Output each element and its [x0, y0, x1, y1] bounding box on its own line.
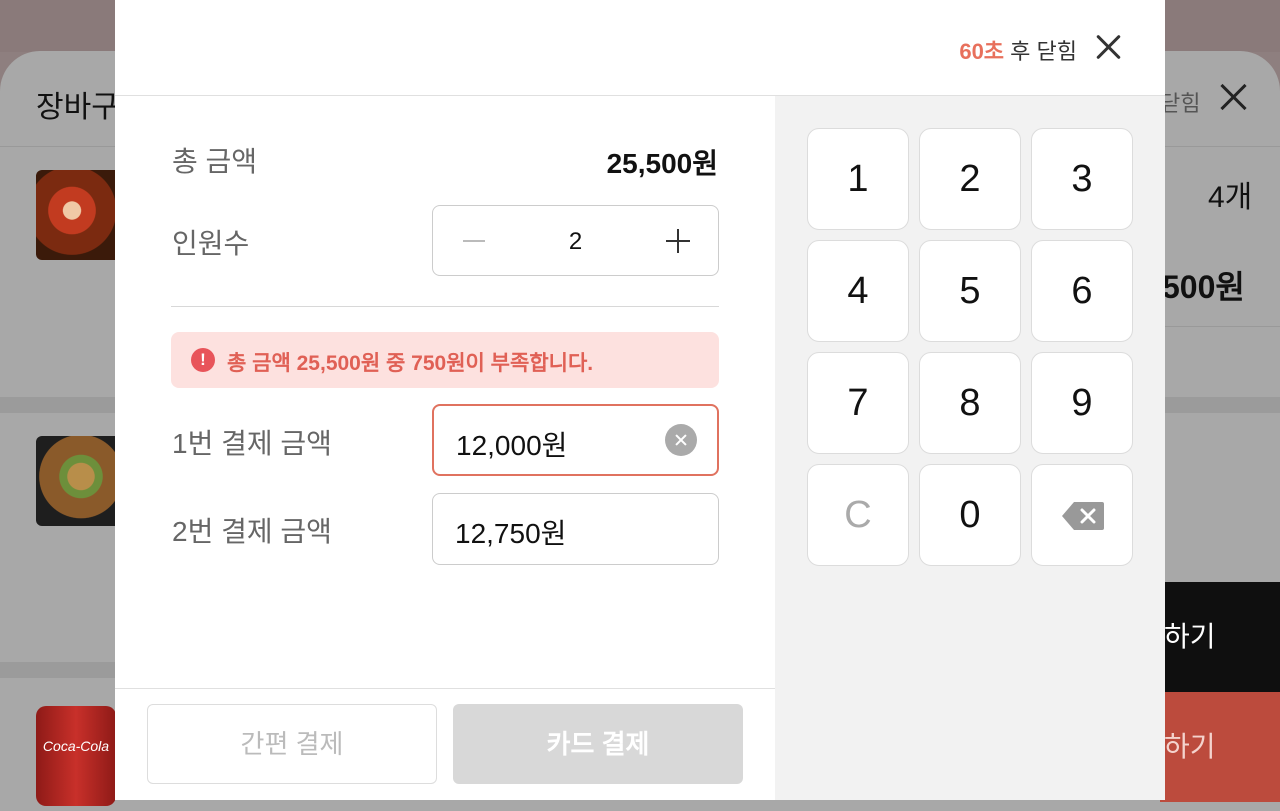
total-label: 총 금액 — [172, 146, 258, 177]
key-0[interactable]: 0 — [919, 464, 1021, 566]
key-8[interactable]: 8 — [919, 352, 1021, 454]
plus-icon[interactable] — [666, 229, 690, 253]
key-3[interactable]: 3 — [1031, 128, 1133, 230]
people-stepper: 2 — [432, 205, 719, 276]
timer-suffix: 후 닫힘 — [1004, 39, 1077, 64]
key-2[interactable]: 2 — [919, 128, 1021, 230]
key-7[interactable]: 7 — [807, 352, 909, 454]
numeric-keypad: 1 2 3 4 5 6 7 8 9 C 0 — [775, 96, 1165, 800]
easy-pay-button[interactable]: 간편 결제 — [147, 704, 437, 784]
cart-price: 500원 — [1162, 269, 1245, 305]
clear-icon[interactable] — [665, 424, 697, 456]
key-6[interactable]: 6 — [1031, 240, 1133, 342]
split-payment-modal: 60초 후 닫힘 총 금액 25,500원 인원수 2 ! 총 금액 25,50… — [115, 0, 1165, 800]
close-icon[interactable] — [1095, 33, 1123, 61]
key-1[interactable]: 1 — [807, 128, 909, 230]
card-pay-button[interactable]: 카드 결제 — [453, 704, 743, 784]
food-image-bowl — [36, 436, 126, 526]
key-clear[interactable]: C — [807, 464, 909, 566]
cart-title: 장바구 — [36, 91, 119, 124]
key-backspace[interactable] — [1031, 464, 1133, 566]
timer-seconds: 60초 — [959, 39, 1005, 64]
payment-form: 총 금액 25,500원 인원수 2 ! 총 금액 25,500원 중 750원… — [115, 96, 775, 800]
footer-divider — [115, 688, 775, 689]
payment1-input[interactable]: 12,000원 — [432, 404, 719, 476]
key-4[interactable]: 4 — [807, 240, 909, 342]
payment1-label: 1번 결제 금액 — [172, 428, 332, 459]
alert-icon: ! — [191, 348, 215, 372]
cart-close-label: 닫힘 — [1160, 91, 1201, 116]
alert-message: 총 금액 25,500원 중 750원이 부족합니다. — [227, 352, 594, 375]
payment2-value: 12,750원 — [455, 518, 567, 549]
cart-order-button: 하기 — [1160, 692, 1280, 802]
people-label: 인원수 — [172, 228, 250, 259]
payment1-value: 12,000원 — [456, 430, 568, 461]
form-divider — [171, 306, 719, 307]
payment2-label: 2번 결제 금액 — [172, 516, 332, 547]
cart-quantity: 4개 — [1208, 181, 1253, 214]
shortage-alert: ! 총 금액 25,500원 중 750원이 부족합니다. — [171, 332, 719, 388]
backspace-icon — [1062, 502, 1104, 530]
key-9[interactable]: 9 — [1031, 352, 1133, 454]
total-value: 25,500원 — [606, 148, 718, 179]
cart-action-button: 하기 — [1160, 582, 1280, 692]
cart-divider — [1160, 326, 1280, 327]
payment2-input[interactable]: 12,750원 — [432, 493, 719, 565]
modal-header: 60초 후 닫힘 — [115, 0, 1165, 96]
cart-close-icon — [1216, 80, 1250, 114]
auto-close-timer: 60초 후 닫힘 — [959, 34, 1077, 66]
key-5[interactable]: 5 — [919, 240, 1021, 342]
food-image-cola: Coca-Cola — [36, 706, 116, 806]
food-image-stew — [36, 170, 126, 260]
